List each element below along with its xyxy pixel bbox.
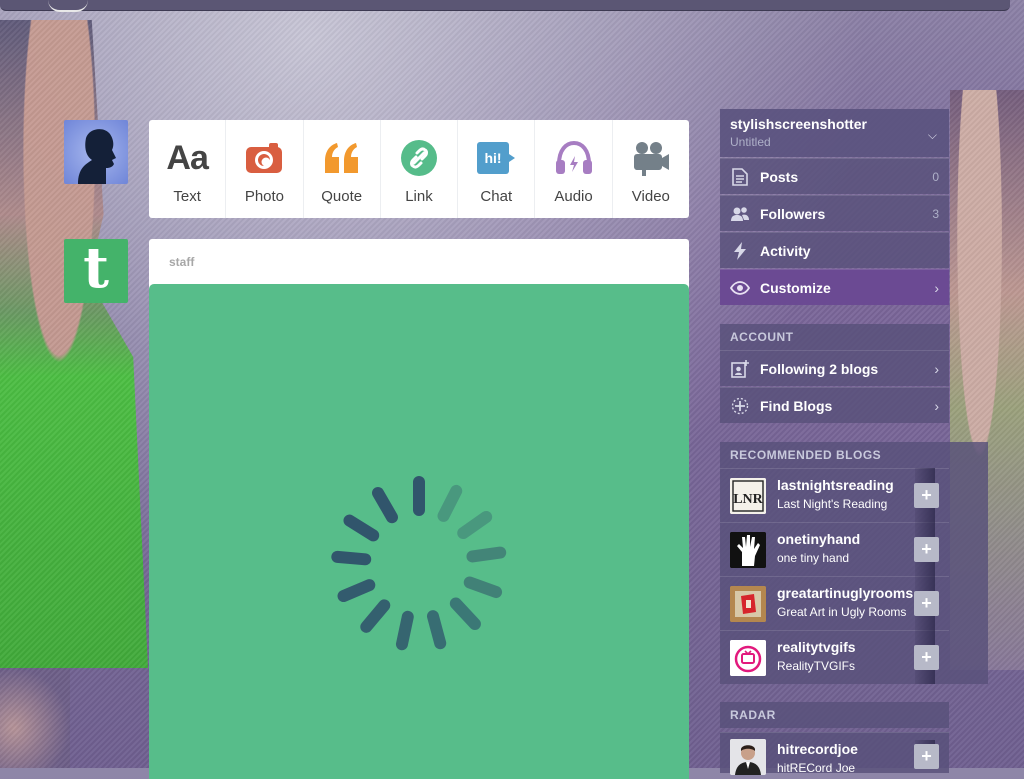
- recommended-blogs-header: RECOMMENDED BLOGS: [730, 448, 882, 462]
- blog-avatar: [730, 586, 766, 622]
- sidebar-item-followers[interactable]: Followers 3: [720, 195, 949, 231]
- camera-icon: [244, 138, 284, 178]
- post-card: staff: [149, 239, 689, 779]
- tv-icon: [730, 640, 766, 676]
- post-type-label: Link: [405, 188, 433, 205]
- blog-title: hitRECord Joe: [777, 761, 856, 775]
- person-photo-icon: [730, 739, 766, 775]
- hand-icon: [730, 532, 766, 568]
- post-media[interactable]: [149, 284, 689, 779]
- eye-icon: [730, 278, 750, 298]
- followers-icon: [730, 204, 750, 224]
- blog-name: lastnightsreading: [777, 477, 894, 493]
- post-type-text[interactable]: Aa Text: [149, 120, 227, 218]
- blog-avatar: [730, 739, 766, 775]
- blog-name: hitrecordjoe: [777, 741, 858, 757]
- blog-title: RealityTVGIFs: [777, 659, 856, 673]
- sidebar-item-label: Customize: [760, 279, 831, 296]
- sidebar-item-customize[interactable]: Customize ›: [720, 269, 949, 305]
- radar-header: RADAR: [720, 702, 949, 728]
- sidebar-item-label: Posts: [760, 168, 799, 185]
- sidebar-item-label: Following 2 blogs: [760, 360, 879, 377]
- link-icon: [399, 138, 439, 178]
- framed-art-icon: [730, 586, 766, 622]
- sidebar-item-find-blogs[interactable]: Find Blogs ›: [720, 387, 949, 423]
- activity-icon: [730, 241, 750, 261]
- blog-avatar: [730, 532, 766, 568]
- post-type-label: Text: [173, 188, 201, 205]
- blog-switcher[interactable]: stylishscreenshotter Untitled ⌵: [720, 109, 949, 157]
- blog-title: Great Art in Ugly Rooms: [777, 605, 907, 619]
- follow-button[interactable]: +: [914, 483, 939, 508]
- sidebar-item-posts[interactable]: Posts 0: [720, 158, 949, 194]
- svg-text:LNR: LNR: [733, 492, 763, 507]
- blog-avatar: [730, 640, 766, 676]
- svg-text:hi!: hi!: [485, 150, 502, 166]
- chevron-right-icon: ›: [934, 279, 939, 296]
- follow-button[interactable]: +: [914, 645, 939, 670]
- loading-spinner-icon: [331, 476, 507, 651]
- post-type-audio[interactable]: Audio: [535, 120, 613, 218]
- blog-title: Last Night's Reading: [777, 497, 888, 511]
- followers-count: 3: [932, 206, 939, 221]
- chevron-down-icon: ⌵: [927, 128, 937, 142]
- chevron-right-icon: ›: [934, 397, 939, 414]
- sidebar-item-label: Activity: [760, 242, 811, 259]
- post-type-chat[interactable]: hi! Chat: [458, 120, 536, 218]
- follow-button[interactable]: +: [914, 744, 939, 769]
- sidebar-item-label: Followers: [760, 205, 826, 222]
- video-camera-icon: [631, 138, 671, 178]
- tumblr-logo-tile[interactable]: t: [64, 239, 128, 303]
- logo-icon[interactable]: [48, 0, 88, 12]
- top-bar: [0, 0, 1010, 12]
- chat-icon: hi!: [476, 138, 516, 178]
- post-author[interactable]: staff: [169, 255, 194, 269]
- sidebar-item-label: Find Blogs: [760, 397, 833, 414]
- blog-subtitle: Untitled: [730, 135, 771, 149]
- post-type-label: Chat: [480, 188, 513, 205]
- silhouette-icon: [78, 129, 116, 184]
- sidebar-item-following[interactable]: Following 2 blogs ›: [720, 350, 949, 386]
- post-type-video[interactable]: Video: [613, 120, 689, 218]
- post-type-photo[interactable]: Photo: [226, 120, 304, 218]
- chevron-right-icon: ›: [934, 360, 939, 377]
- blog-avatar: LNR: [730, 478, 766, 514]
- blog-name: greatartinuglyrooms: [777, 585, 914, 601]
- post-type-label: Photo: [244, 188, 285, 205]
- user-avatar[interactable]: [64, 120, 128, 184]
- sidebar-item-activity[interactable]: Activity: [720, 232, 949, 268]
- account-section-header: ACCOUNT: [720, 324, 949, 350]
- headphones-icon: [554, 138, 594, 178]
- tumblr-logo-icon: t: [83, 235, 109, 301]
- follow-button[interactable]: +: [914, 537, 939, 562]
- post-type-quote[interactable]: Quote: [304, 120, 381, 218]
- post-type-label: Quote: [321, 188, 363, 205]
- post-type-label: Video: [631, 188, 670, 205]
- text-icon: Aa: [166, 138, 208, 177]
- blog-name: stylishscreenshotter: [730, 116, 867, 132]
- blog-title: one tiny hand: [777, 551, 850, 565]
- blog-name: realitytvgifs: [777, 639, 856, 655]
- post-type-link[interactable]: Link: [381, 120, 459, 218]
- follow-button[interactable]: +: [914, 591, 939, 616]
- following-icon: [730, 359, 750, 379]
- post-type-label: Audio: [554, 188, 593, 205]
- posts-count: 0: [932, 169, 939, 184]
- quote-icon: [322, 138, 362, 178]
- find-blogs-icon: [730, 396, 750, 416]
- blog-name: onetinyhand: [777, 531, 861, 547]
- post-type-bar: Aa Text Photo Quote Link hi! Chat Audio …: [149, 120, 689, 218]
- posts-icon: [730, 167, 750, 187]
